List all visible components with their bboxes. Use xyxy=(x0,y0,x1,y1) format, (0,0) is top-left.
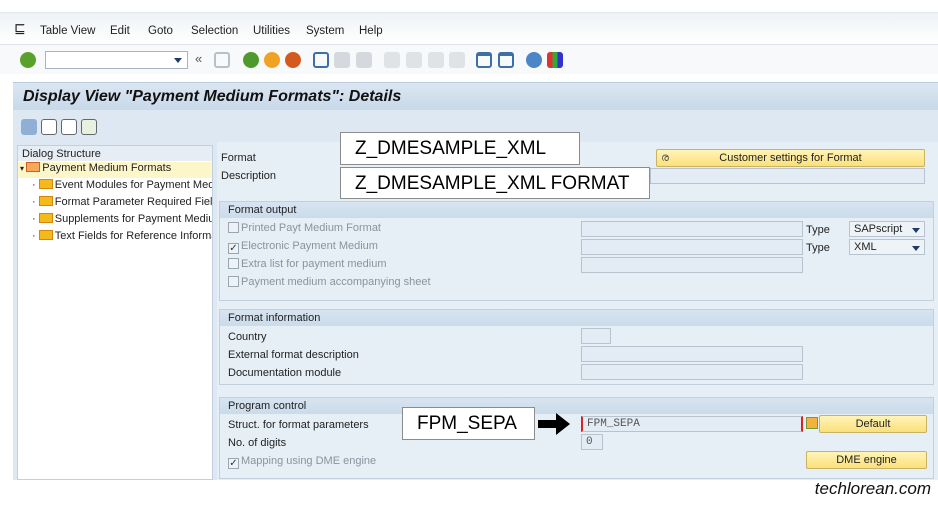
folder-icon xyxy=(38,230,53,240)
save-icon[interactable] xyxy=(214,52,230,68)
arrow-right-icon xyxy=(538,413,570,435)
watermark: techlorean.com xyxy=(814,479,931,498)
country-label: Country xyxy=(228,331,267,343)
struct-label: Struct. for format parameters xyxy=(228,419,369,431)
open-folder-icon xyxy=(26,162,41,172)
command-field[interactable] xyxy=(45,51,188,69)
printed-format-field[interactable] xyxy=(581,221,803,237)
last-page-icon[interactable] xyxy=(449,52,465,68)
format-label: Format xyxy=(221,152,256,164)
type-label: Type xyxy=(806,224,830,236)
digits-label: No. of digits xyxy=(228,437,287,449)
previous-page-icon[interactable] xyxy=(406,52,422,68)
folder-icon xyxy=(38,196,53,206)
extra-list-checkbox[interactable]: Extra list for payment medium xyxy=(228,258,387,270)
next-entry-icon[interactable] xyxy=(61,119,77,135)
type-select-electronic[interactable]: XML xyxy=(849,239,925,255)
format-information-group: Format information Country External form… xyxy=(219,309,934,385)
tree-item-label: Text Fields for Reference Informa xyxy=(54,230,212,242)
new-session-icon[interactable] xyxy=(476,52,492,68)
digits-field[interactable]: 0 xyxy=(581,434,603,450)
page-title: Display View "Payment Medium Formats": D… xyxy=(23,88,402,105)
program-control-group: Program control Struct. for format param… xyxy=(219,397,934,479)
menu-goto[interactable]: Goto xyxy=(148,25,173,37)
menu-utilities[interactable]: Utilities xyxy=(253,25,290,37)
title-bar: Display View "Payment Medium Formats": D… xyxy=(13,82,938,110)
menu-system[interactable]: System xyxy=(306,25,344,37)
enter-icon[interactable] xyxy=(20,52,36,68)
group-title: Program control xyxy=(220,398,933,414)
accompanying-sheet-checkbox[interactable]: Payment medium accompanying sheet xyxy=(228,276,431,288)
default-button[interactable]: Default xyxy=(819,415,927,433)
country-field[interactable] xyxy=(581,328,611,344)
documentation-module-field[interactable] xyxy=(581,364,803,380)
group-title: Format output xyxy=(220,202,933,218)
tree-item-label: Payment Medium Formats xyxy=(42,162,172,174)
external-description-label: External format description xyxy=(228,349,359,361)
group-title: Format information xyxy=(220,310,933,326)
printed-checkbox[interactable]: Printed Payt Medium Format xyxy=(228,222,381,234)
external-description-field[interactable] xyxy=(581,346,803,362)
customer-settings-button[interactable]: ര Customer settings for Format xyxy=(656,149,925,167)
find-next-icon[interactable] xyxy=(356,52,372,68)
description-field[interactable] xyxy=(650,168,925,184)
tree-item[interactable]: · Format Parameter Required Fields xyxy=(18,196,212,212)
mapping-dme-checkbox[interactable]: ✓ Mapping using DME engine xyxy=(228,455,376,469)
tree-item-label: Format Parameter Required Fields xyxy=(54,196,212,208)
print-icon[interactable] xyxy=(313,52,329,68)
menu-table-view[interactable]: Table View xyxy=(40,25,95,37)
folder-icon xyxy=(38,179,53,189)
tree-item[interactable]: · Supplements for Payment Mediur xyxy=(18,213,212,229)
menu-edit[interactable]: Edit xyxy=(110,25,130,37)
tree-item-label: Supplements for Payment Mediur xyxy=(54,213,212,225)
type-select-printed[interactable]: SAPscript xyxy=(849,221,925,237)
menu-selection[interactable]: Selection xyxy=(191,25,238,37)
documentation-module-label: Documentation module xyxy=(228,367,342,379)
tree-item-payment-medium-formats[interactable]: ▾ Payment Medium Formats xyxy=(18,162,212,178)
format-callout: Z_DMESAMPLE_XML xyxy=(340,132,580,165)
cancel-icon[interactable] xyxy=(285,52,301,68)
electronic-checkbox[interactable]: ✓ Electronic Payment Medium xyxy=(228,240,378,254)
exit-icon[interactable] xyxy=(264,52,280,68)
description-callout: Z_DMESAMPLE_XML FORMAT xyxy=(340,167,650,199)
previous-entry-icon[interactable] xyxy=(41,119,57,135)
type-label: Type xyxy=(806,242,830,254)
tree-item-label: Event Modules for Payment Medi xyxy=(54,179,212,191)
collapse-icon[interactable]: « xyxy=(195,51,202,66)
first-page-icon[interactable] xyxy=(384,52,400,68)
folder-icon xyxy=(38,213,53,223)
description-label: Description xyxy=(221,170,277,182)
struct-field[interactable]: FPM_SEPA xyxy=(581,416,803,432)
select-block-icon[interactable] xyxy=(81,119,97,135)
find-icon[interactable] xyxy=(334,52,350,68)
menu-help[interactable]: Help xyxy=(359,25,383,37)
standard-toolbar: « xyxy=(0,44,938,74)
system-menu-icon[interactable]: ⊑ xyxy=(14,20,26,37)
format-output-group: Format output Printed Payt Medium Format… xyxy=(219,201,934,301)
dialog-structure-header: Dialog Structure xyxy=(18,146,212,161)
next-page-icon[interactable] xyxy=(428,52,444,68)
tree-item[interactable]: · Event Modules for Payment Medi xyxy=(18,179,212,195)
dialog-structure-panel: Dialog Structure ▾ Payment Medium Format… xyxy=(17,145,213,480)
shortcut-icon[interactable] xyxy=(498,52,514,68)
value-help-icon[interactable] xyxy=(806,417,818,429)
dme-engine-button[interactable]: DME engine xyxy=(806,451,927,469)
button-label: Customer settings for Format xyxy=(719,152,862,164)
struct-callout: FPM_SEPA xyxy=(402,407,535,440)
glasses-icon: ര xyxy=(661,152,669,164)
display-change-icon[interactable] xyxy=(21,119,37,135)
customize-layout-icon[interactable] xyxy=(547,52,563,68)
back-icon[interactable] xyxy=(243,52,259,68)
help-icon[interactable] xyxy=(526,52,542,68)
electronic-format-field[interactable] xyxy=(581,239,803,255)
tree-item[interactable]: · Text Fields for Reference Informa xyxy=(18,230,212,246)
menu-bar: ⊑ Table View Edit Goto Selection Utiliti… xyxy=(0,12,938,44)
extra-list-field[interactable] xyxy=(581,257,803,273)
